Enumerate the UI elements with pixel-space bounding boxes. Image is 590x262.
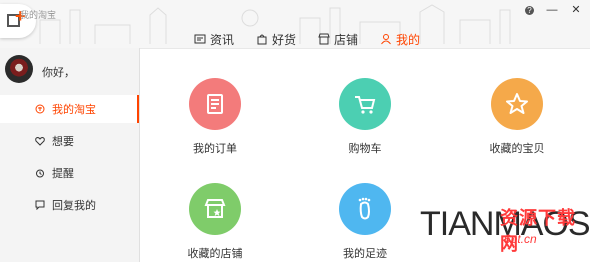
grid-label: 收藏的店铺: [187, 248, 243, 260]
cart-icon: [339, 78, 391, 130]
help-icon[interactable]: ?: [525, 6, 534, 15]
grid-item-fav-shops[interactable]: 收藏的店铺: [170, 183, 260, 261]
minimize-button[interactable]: —: [546, 3, 558, 17]
grid-label: 购物车: [348, 143, 382, 155]
tab-mine[interactable]: 我的: [376, 30, 424, 48]
close-button[interactable]: ✕: [570, 3, 582, 17]
user-icon: [381, 34, 391, 45]
taobao-icon: [35, 104, 45, 114]
window-controls: ? — ✕: [525, 3, 582, 17]
sidebar-item-want[interactable]: 想要: [0, 127, 139, 155]
sidebar: 你好， 我的淘宝 想要 提醒 回复我的: [0, 48, 140, 262]
alarm-icon: [36, 169, 44, 178]
sidebar-item-remind[interactable]: 提醒: [0, 159, 139, 187]
greeting: 你好，: [42, 67, 75, 79]
bag-icon: [257, 34, 267, 45]
grid-item-footprint[interactable]: 我的足迹: [320, 183, 410, 261]
star-icon: [491, 78, 543, 130]
app-name: 我的淘宝: [20, 10, 57, 20]
tab-goods[interactable]: 好货: [252, 30, 300, 48]
news-icon: [194, 34, 206, 44]
sidebar-item-label: 提醒: [52, 168, 74, 180]
title-bar: + 我的淘宝 ? — ✕ 资讯 好货 店铺 我的: [0, 0, 590, 49]
sidebar-item-label: 想要: [52, 136, 74, 148]
grid-item-fav-items[interactable]: 收藏的宝贝: [472, 78, 562, 156]
tab-label: 资讯: [210, 32, 235, 47]
grid-label: 收藏的宝贝: [489, 143, 545, 155]
order-icon: [189, 78, 241, 130]
tab-shop[interactable]: 店铺: [314, 30, 362, 48]
sidebar-item-label: 回复我的: [52, 200, 96, 212]
footprint-icon: [339, 183, 391, 235]
watermark-site: 6pt.cn: [504, 232, 537, 246]
message-icon: [35, 200, 45, 210]
sidebar-item-label: 我的淘宝: [52, 104, 96, 116]
tab-label: 我的: [396, 32, 421, 47]
sidebar-item-my-taobao[interactable]: 我的淘宝: [0, 95, 139, 123]
grid-label: 我的足迹: [343, 248, 387, 260]
tab-label: 好货: [272, 32, 297, 47]
tab-news[interactable]: 资讯: [190, 30, 238, 48]
grid-item-cart[interactable]: 购物车: [320, 78, 410, 156]
grid-label: 我的订单: [193, 143, 237, 155]
top-tabs: 资讯 好货 店铺 我的: [190, 30, 424, 48]
shop-icon: [318, 33, 330, 45]
avatar[interactable]: [5, 55, 33, 83]
watermark-cn: 资源下载网: [500, 208, 576, 254]
grid-item-orders[interactable]: 我的订单: [170, 78, 260, 156]
sidebar-item-replies[interactable]: 回复我的: [0, 191, 139, 219]
heart-icon: [35, 136, 45, 146]
tab-label: 店铺: [334, 32, 359, 47]
shop-star-icon: [189, 183, 241, 235]
